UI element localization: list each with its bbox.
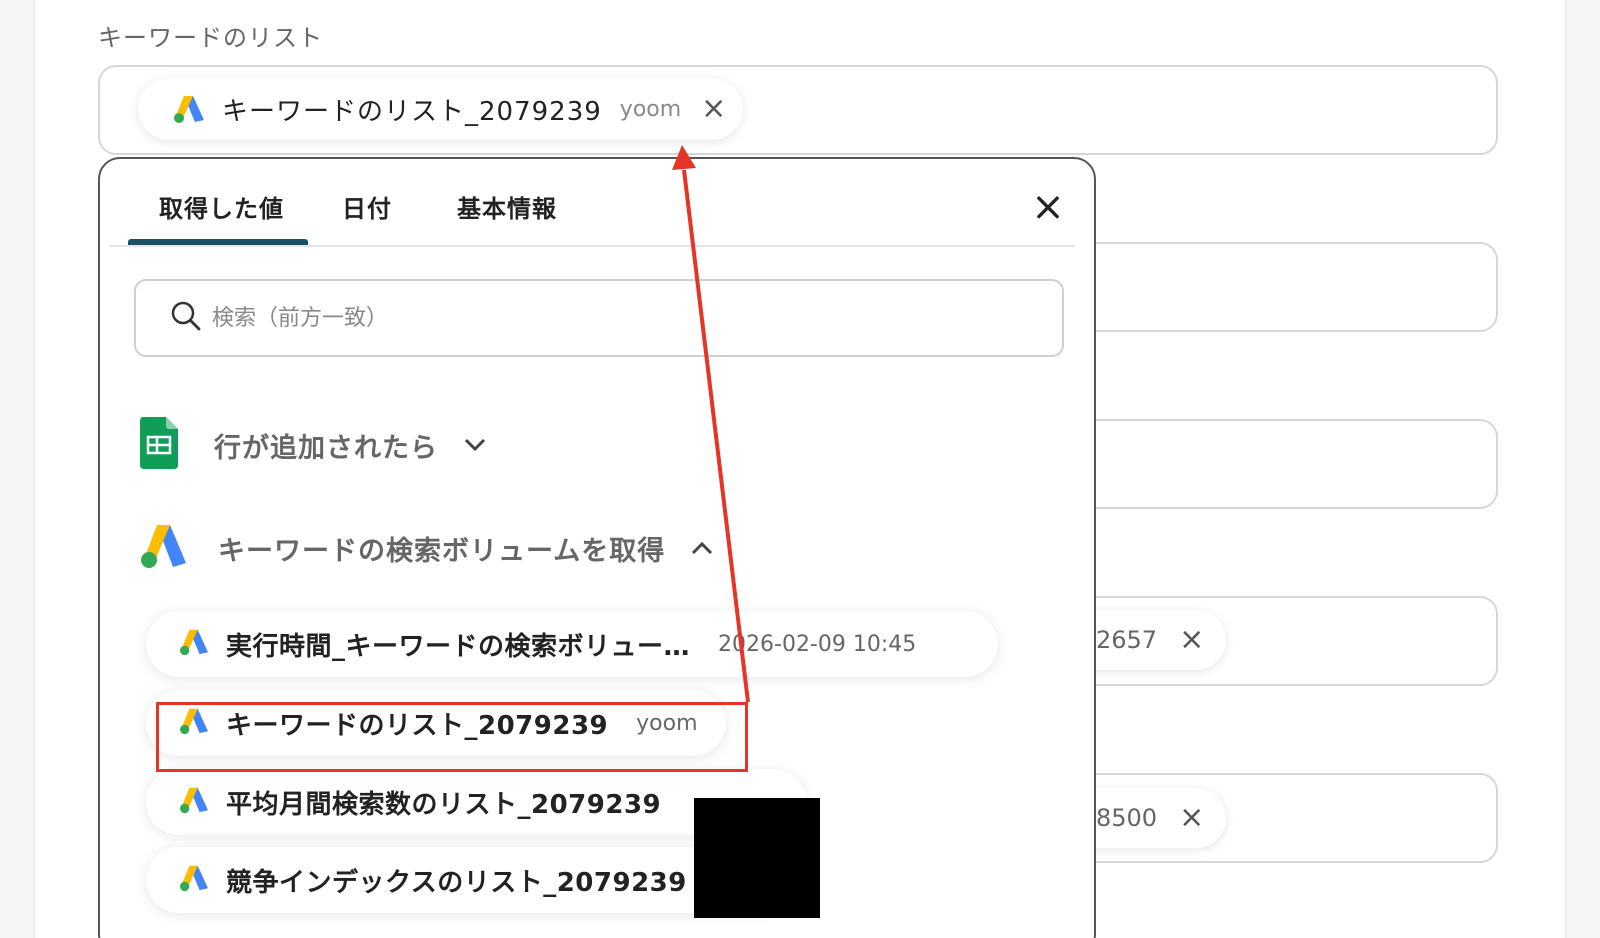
search-input[interactable]	[212, 305, 1012, 331]
google-ads-icon	[178, 864, 210, 896]
remove-chip-icon[interactable]: ×	[1179, 803, 1204, 833]
item-label: 競争インデックスのリスト_2079239	[226, 867, 687, 898]
chevron-up-icon[interactable]	[691, 536, 713, 561]
google-sheets-icon	[140, 417, 178, 473]
background-chip-value: 2657	[1096, 626, 1158, 654]
close-icon[interactable]: ×	[1028, 187, 1068, 227]
tabs-divider	[110, 245, 1075, 247]
google-ads-icon	[172, 94, 206, 124]
chip-source: yoom	[619, 96, 682, 122]
search-box	[134, 279, 1064, 357]
group-row-ads[interactable]: キーワードの検索ボリュームを取得	[140, 523, 713, 573]
remove-chip-icon[interactable]: ×	[701, 94, 726, 124]
group-title: キーワードの検索ボリュームを取得	[218, 535, 666, 567]
chevron-down-icon[interactable]	[464, 433, 486, 458]
list-item[interactable]: 競争インデックスのリスト_2079239	[146, 847, 786, 913]
redaction-block	[694, 798, 820, 918]
tab-retrieved-values[interactable]: 取得した値	[159, 189, 284, 224]
selected-value-chip[interactable]: キーワードのリスト_2079239 yoom ×	[138, 78, 743, 140]
tab-date[interactable]: 日付	[342, 189, 392, 224]
google-ads-icon	[140, 523, 188, 573]
tab-bar: 取得した値 日付 基本情報	[100, 159, 1094, 247]
item-label: 実行時間_キーワードの検索ボリュー…	[226, 631, 691, 662]
highlight-box	[156, 702, 748, 772]
list-item[interactable]: 実行時間_キーワードの検索ボリュー… 2026-02-09 10:45	[146, 611, 998, 677]
background-chip-value: 8500	[1096, 804, 1158, 832]
group-row-added[interactable]: 行が追加されたら	[140, 417, 486, 473]
item-label: 平均月間検索数のリスト_2079239	[226, 789, 662, 820]
tab-basic-info[interactable]: 基本情報	[457, 189, 557, 224]
field-label: キーワードのリスト	[98, 24, 323, 52]
group-title: 行が追加されたら	[214, 432, 438, 464]
search-icon	[170, 300, 202, 336]
chip-label: キーワードのリスト_2079239	[222, 96, 602, 127]
item-value: 2026-02-09 10:45	[718, 631, 917, 657]
google-ads-icon	[178, 786, 210, 818]
google-ads-icon	[178, 628, 210, 660]
remove-chip-icon[interactable]: ×	[1179, 625, 1204, 655]
value-picker-popup: 取得した値 日付 基本情報 × 行が追加されたら キーワードの検索ボリュームを取…	[98, 157, 1096, 938]
